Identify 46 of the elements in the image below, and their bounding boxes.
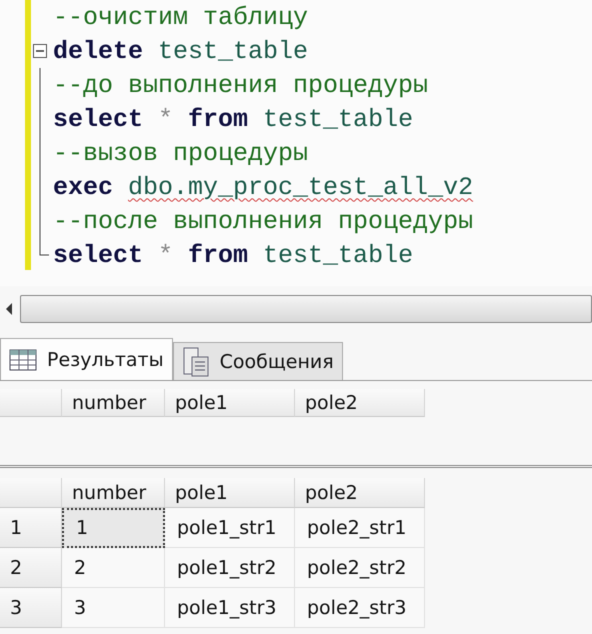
corner-header [0,478,62,508]
row-header[interactable]: 3 [0,588,62,628]
tab[interactable]: Сообщения [172,342,343,380]
collapse-icon[interactable] [33,44,47,58]
code-token: from [188,104,248,134]
table-cell[interactable]: pole2_str3 [295,588,425,628]
code-token: delete [53,36,144,66]
code-token: select [53,240,144,270]
code-comment: --после выполнения процедуры [53,206,474,236]
table-cell[interactable]: 2 [62,548,165,588]
table-cell[interactable]: pole1_str2 [165,548,295,588]
code-token: test_table [158,36,308,66]
code-token: * [158,240,174,270]
corner-header [0,389,62,417]
column-header[interactable]: pole1 [165,389,295,417]
code-token: exec [53,172,114,202]
code-comment: --до выполнения процедуры [53,70,428,100]
code-token: * [158,104,174,134]
code-token: dbo.my_proc_test_all_v2 [128,172,474,202]
column-header[interactable]: pole2 [295,389,425,417]
tab[interactable]: Результаты [0,338,173,380]
grid-icon [9,348,37,370]
row-header[interactable]: 2 [0,548,62,588]
table-cell[interactable]: pole1_str1 [165,508,295,548]
fold-end-line [39,238,49,256]
row-header[interactable]: 1 [0,508,62,548]
tab-label: Результаты [47,348,164,370]
scroll-left-icon[interactable] [4,302,14,316]
code-token: test_table [263,104,414,134]
table-cell[interactable]: pole2_str2 [295,548,425,588]
column-header[interactable]: pole1 [165,478,295,508]
documents-icon [182,346,210,376]
column-header[interactable]: number [62,389,165,417]
code-token: test_table [263,240,414,270]
table-cell[interactable]: pole1_str3 [165,588,295,628]
horizontal-scrollbar[interactable] [20,295,592,323]
table-cell[interactable]: pole2_str1 [295,508,425,548]
code-token: select [53,104,144,134]
table-cell[interactable]: 3 [62,588,165,628]
code-comment: --очистим таблицу [53,2,308,32]
table-cell[interactable]: 1 [62,508,165,548]
code-comment: --вызов процедуры [53,138,308,168]
code-token: from [188,240,248,270]
column-header[interactable]: number [62,478,165,508]
column-header[interactable]: pole2 [295,478,425,508]
tab-label: Сообщения [220,350,334,372]
